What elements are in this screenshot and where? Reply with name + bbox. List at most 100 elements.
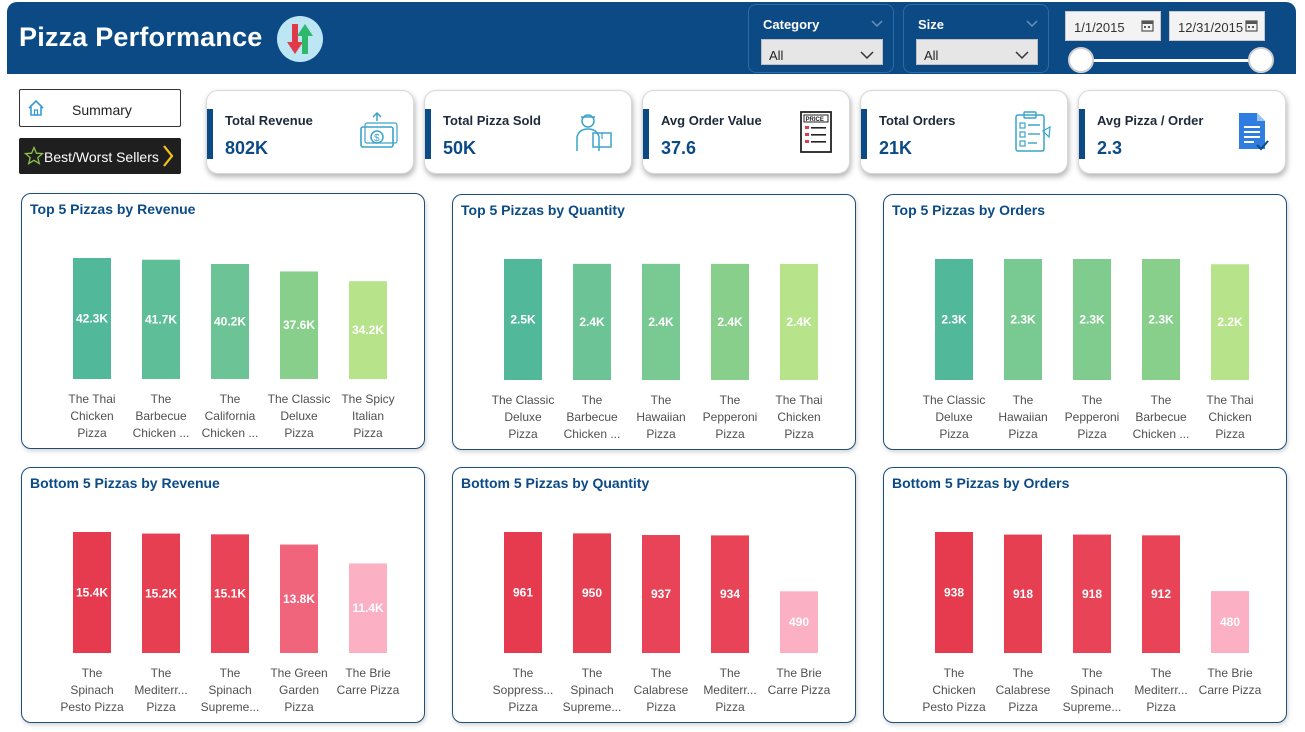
category-tick-label: The Classic: [268, 392, 331, 406]
date-slider-start-handle[interactable]: [1068, 47, 1094, 73]
summary-nav-label: Summary: [72, 102, 132, 118]
category-tick-label: Supreme...: [201, 700, 260, 714]
category-tick-label: The: [720, 666, 741, 680]
category-tick-label: Pizza: [646, 700, 676, 714]
category-tick-label: Barbecue: [135, 409, 187, 423]
bar-data-label: 961: [513, 586, 533, 600]
kpi-accent-bar: [1079, 109, 1085, 159]
category-tick-label: The Thai: [775, 393, 822, 407]
bar-data-label: 2.5K: [510, 313, 536, 327]
bar-data-label: 15.4K: [76, 586, 108, 600]
chart-bottom-revenue: 15.4K The Spinach Pesto Pizza 15.2K The Medite…: [60, 532, 400, 714]
chevron-down-icon[interactable]: [1026, 15, 1038, 33]
category-tick-label: Spinach: [1070, 683, 1113, 697]
category-tick-label: Chicken ...: [133, 426, 190, 440]
category-tick-label: Spinach: [570, 683, 613, 697]
bar-data-label: 2.4K: [579, 315, 605, 329]
chevron-down-icon[interactable]: [871, 15, 883, 33]
price-list-icon: PRICE: [799, 111, 835, 160]
category-tick-label: The: [1151, 393, 1172, 407]
calendar-icon[interactable]: [1141, 19, 1154, 35]
category-tick-label: Pizza: [715, 427, 745, 441]
category-tick-label: Mediterr...: [703, 683, 756, 697]
size-dropdown[interactable]: All: [916, 39, 1038, 65]
bar-data-label: 490: [789, 615, 809, 629]
size-slicer-label: Size: [918, 17, 945, 32]
chart-top-revenue: 42.3K The Thai Chicken Pizza 41.7K The Barbecu…: [68, 258, 395, 440]
summary-nav-button[interactable]: Summary: [19, 89, 181, 127]
category-tick-label: Pizza: [784, 427, 814, 441]
category-tick-label: The: [220, 392, 241, 406]
category-tick-label: The: [944, 666, 965, 680]
category-tick-label: The Brie: [1207, 666, 1253, 680]
bar-data-label: 37.6K: [283, 318, 315, 332]
category-tick-label: Pizza: [77, 426, 107, 440]
chart-card-top-orders: Top 5 Pizzas by Orders 2.3K The Classic De…: [883, 194, 1287, 450]
chart-card-bottom-orders: Bottom 5 Pizzas by Orders 938 The Chicken P…: [883, 467, 1287, 723]
category-tick-label: The Classic: [492, 393, 555, 407]
category-tick-label: Deluxe: [280, 409, 318, 423]
bar-data-label: 34.2K: [352, 323, 384, 337]
category-tick-label: Chicken: [932, 683, 975, 697]
page-title: Pizza Performance: [19, 22, 263, 52]
bar-data-label: 40.2K: [214, 315, 246, 329]
category-tick-label: Italian: [352, 409, 384, 423]
best-worst-nav-button[interactable]: Best/Worst Sellers: [19, 138, 181, 174]
chevron-down-icon: [1015, 48, 1029, 63]
bar-data-label: 2.2K: [1217, 315, 1243, 329]
category-tick-label: The: [1082, 393, 1103, 407]
kpi-card-avg-order-value: Avg Order Value 37.6 PRICE: [642, 90, 850, 174]
size-dropdown-value: All: [924, 48, 939, 63]
category-slicer: Category All: [748, 4, 894, 73]
category-tick-label: Pepperoni: [1065, 410, 1120, 424]
category-tick-label: The Thai: [1206, 393, 1253, 407]
category-tick-label: Calabrese: [996, 683, 1051, 697]
category-tick-label: The Classic: [923, 393, 986, 407]
category-tick-label: Pepperoni: [703, 410, 758, 424]
dashboard-page: Pizza Performance Category All Size All …: [0, 0, 1305, 732]
date-slider-end-handle[interactable]: [1248, 47, 1274, 73]
end-date-input[interactable]: 12/31/2015: [1169, 11, 1265, 41]
category-tick-label: Pesto Pizza: [922, 700, 986, 714]
category-tick-label: The: [151, 392, 172, 406]
category-tick-label: The: [1151, 666, 1172, 680]
chevron-right-icon: [161, 143, 175, 174]
category-tick-label: The: [82, 666, 103, 680]
bar-data-label: 918: [1013, 587, 1033, 601]
category-tick-label: The: [1013, 666, 1034, 680]
category-tick-label: Supreme...: [563, 700, 622, 714]
kpi-card-total-pizza-sold: Total Pizza Sold 50K: [424, 90, 632, 174]
category-tick-label: Carre Pizza: [337, 683, 400, 697]
svg-text:PRICE: PRICE: [806, 117, 824, 123]
category-tick-label: The: [513, 666, 534, 680]
bar-data-label: 934: [720, 587, 740, 601]
category-tick-label: Calabrese: [634, 683, 689, 697]
calendar-icon[interactable]: [1245, 19, 1258, 35]
bar-data-label: 938: [944, 586, 964, 600]
date-range-slider-track[interactable]: [1080, 59, 1260, 62]
end-date-value: 12/31/2015: [1178, 20, 1244, 35]
bar-data-label: 13.8K: [283, 592, 315, 606]
category-tick-label: The Spicy: [341, 392, 394, 406]
kpi-value: 50K: [443, 138, 477, 158]
kpi-value: 802K: [225, 138, 269, 158]
bar-data-label: 950: [582, 586, 602, 600]
kpi-card-total-orders: Total Orders 21K: [860, 90, 1068, 174]
bar-data-label: 2.4K: [648, 315, 674, 329]
bar-data-label: 2.4K: [786, 315, 812, 329]
start-date-input[interactable]: 1/1/2015: [1065, 11, 1161, 41]
bar-data-label: 41.7K: [145, 312, 177, 326]
category-dropdown[interactable]: All: [761, 39, 883, 65]
bar-data-label: 2.3K: [1148, 313, 1174, 327]
category-tick-label: Garden: [279, 683, 319, 697]
category-tick-label: The: [582, 393, 603, 407]
category-tick-label: Soppress...: [493, 683, 554, 697]
delivery-person-icon: [571, 111, 617, 162]
category-tick-label: Pizza: [646, 427, 676, 441]
kpi-accent-bar: [207, 109, 213, 159]
category-tick-label: California: [205, 409, 256, 423]
category-tick-label: Spinach: [70, 683, 113, 697]
checklist-icon: [1013, 111, 1053, 160]
bar-data-label: 912: [1151, 587, 1171, 601]
category-tick-label: Mediterr...: [1134, 683, 1187, 697]
